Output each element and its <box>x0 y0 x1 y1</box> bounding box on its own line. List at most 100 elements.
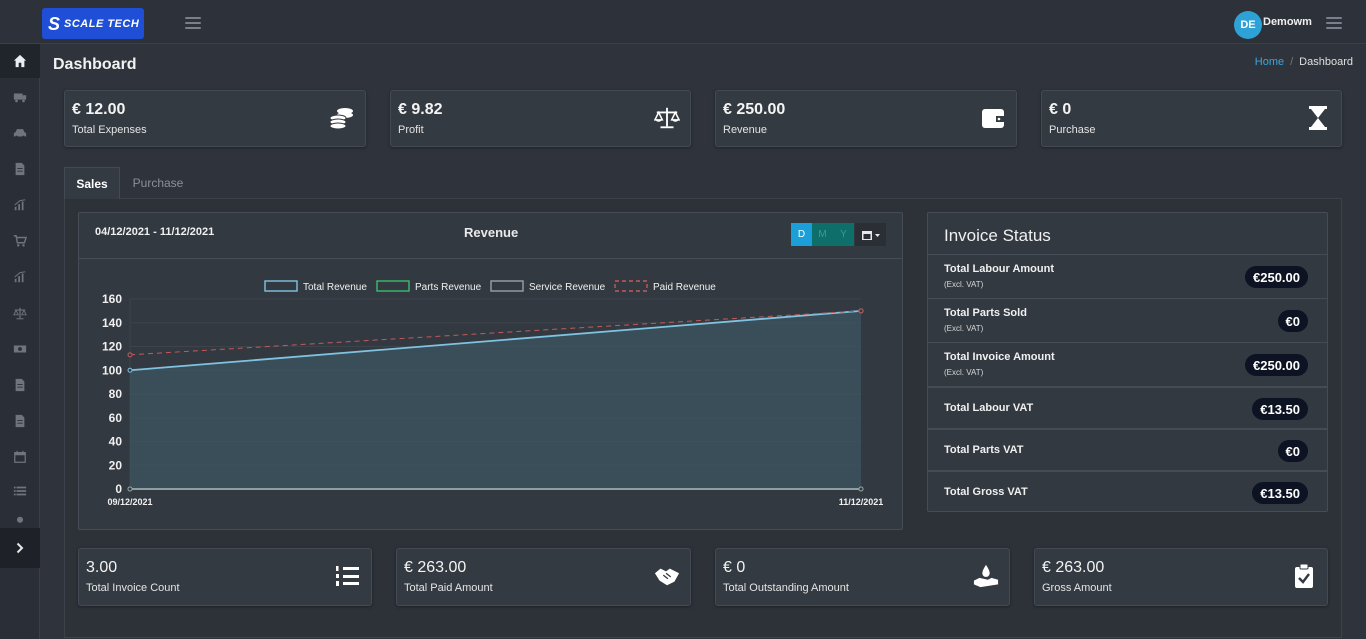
hand-holding-drop-icon <box>973 563 999 589</box>
car-icon <box>13 129 27 139</box>
invoice-row-label: Total Parts Sold <box>944 307 1027 319</box>
series-point <box>858 308 864 314</box>
invoice-row-value-badge: €0 <box>1277 440 1308 462</box>
date-range: 04/12/2021 - 11/12/2021 <box>95 226 215 238</box>
brand-logo[interactable]: S SCALE TECH <box>42 8 144 39</box>
stat-value: € 12.00 <box>72 101 126 118</box>
stat-label: Total Outstanding Amount <box>723 582 849 594</box>
sidebar-item-list[interactable] <box>0 474 40 508</box>
stat-card-total-expenses: € 12.00 Total Expenses <box>64 90 366 147</box>
sidebar-item-money[interactable] <box>0 332 40 366</box>
invoice-status-card: Invoice Status Total Labour Amount (Excl… <box>927 212 1328 512</box>
sidebar-expand-button[interactable] <box>0 528 40 568</box>
sidebar-item-quotes[interactable] <box>0 404 40 438</box>
sidebar-item-calendar[interactable] <box>0 440 40 474</box>
stat-label: Total Expenses <box>72 124 147 136</box>
document-icon <box>15 414 25 428</box>
revenue-line-chart: 0 20 40 60 80 100 120 140 160 09/12/2021 11/12/202… <box>102 280 884 507</box>
x-tick-label: 11/12/2021 <box>839 497 884 507</box>
home-icon <box>13 54 27 68</box>
tab-sales[interactable]: Sales <box>64 167 120 199</box>
stat-card-purchase: € 0 Purchase <box>1041 90 1342 147</box>
invoice-row-labour-amount: Total Labour Amount (Excl. VAT) €250.00 <box>928 254 1327 298</box>
invoice-row-value-badge: €13.50 <box>1252 398 1308 420</box>
sidebar-item-user[interactable] <box>0 508 40 528</box>
user-icon <box>16 516 24 523</box>
invoice-status-title: Invoice Status <box>944 226 1051 245</box>
sidebar-item-analytics[interactable] <box>0 260 40 294</box>
stat-value: € 9.82 <box>398 101 443 118</box>
breadcrumb-home-link[interactable]: Home <box>1255 56 1284 68</box>
sidebar-item-truck[interactable] <box>0 80 40 114</box>
period-toggle: D M Y <box>791 223 854 246</box>
date-picker-button[interactable] <box>855 223 886 246</box>
legend-label: Paid Revenue <box>653 282 716 293</box>
top-bar: S SCALE TECH DE Demowm <box>0 0 1366 44</box>
menu-icon[interactable] <box>1326 17 1342 29</box>
stat-value: 3.00 <box>86 559 118 576</box>
invoice-row-value-badge: €250.00 <box>1245 266 1308 288</box>
stat-label: Gross Amount <box>1042 582 1112 594</box>
invoice-row-parts-vat: Total Parts VAT €0 <box>928 428 1327 470</box>
period-year-button[interactable]: Y <box>833 223 854 246</box>
stat-card-profit: € 9.82 Profit <box>390 90 691 147</box>
sidebar-item-car[interactable] <box>0 116 40 150</box>
y-tick-label: 120 <box>102 340 122 354</box>
invoice-row-value-badge: €0 <box>1277 310 1308 332</box>
stat-card-total-outstanding-amount: € 0 Total Outstanding Amount <box>715 548 1010 606</box>
calendar-icon <box>14 450 26 463</box>
balance-icon <box>13 307 27 320</box>
user-avatar[interactable]: DE <box>1234 11 1262 39</box>
invoice-row-value-badge: €250.00 <box>1245 354 1308 376</box>
document-icon <box>15 162 25 176</box>
tab-purchase[interactable]: Purchase <box>120 167 196 199</box>
sidebar-toggle-icon[interactable] <box>185 17 201 29</box>
stat-card-total-invoice-count: 3.00 Total Invoice Count <box>78 548 372 606</box>
chart-title: Revenue <box>464 225 519 240</box>
sidebar-item-reports[interactable] <box>0 188 40 222</box>
invoice-row-parts-sold: Total Parts Sold (Excl. VAT) €0 <box>928 298 1327 342</box>
list-icon <box>13 486 27 496</box>
stat-label: Purchase <box>1049 124 1096 136</box>
sidebar-item-documents[interactable] <box>0 152 40 186</box>
legend-label: Service Revenue <box>529 282 606 293</box>
breadcrumb-separator: / <box>1290 56 1294 68</box>
invoice-row-label: Total Parts VAT <box>944 444 1024 456</box>
period-day-button[interactable]: D <box>791 223 812 246</box>
sidebar <box>0 44 40 639</box>
series-point <box>127 352 133 358</box>
stat-card-revenue: € 250.00 Revenue <box>715 90 1017 147</box>
stat-value: € 250.00 <box>723 101 786 118</box>
invoice-row-sub: (Excl. VAT) <box>944 324 984 333</box>
period-month-button[interactable]: M <box>812 223 833 246</box>
stat-label: Profit <box>398 124 424 136</box>
invoice-row-label: Total Labour VAT <box>944 402 1034 414</box>
y-tick-label: 100 <box>102 363 122 377</box>
coins-icon <box>329 105 355 131</box>
series-point <box>858 486 864 492</box>
revenue-chart-card: 04/12/2021 - 11/12/2021 Revenue D M Y 0 2… <box>78 212 903 530</box>
user-name[interactable]: Demowm <box>1263 16 1312 28</box>
y-tick-label: 40 <box>109 435 123 449</box>
sidebar-item-home[interactable] <box>0 44 40 78</box>
series-point <box>127 367 133 373</box>
balance-scale-icon <box>654 105 680 131</box>
sidebar-item-invoices[interactable] <box>0 368 40 402</box>
chevron-right-icon <box>16 542 24 554</box>
handshake-icon <box>654 563 680 589</box>
stat-value: € 263.00 <box>404 559 467 576</box>
page-title: Dashboard <box>53 56 137 73</box>
calendar-dropdown-icon <box>861 230 880 240</box>
sidebar-item-balance[interactable] <box>0 296 40 330</box>
legend-swatch <box>376 280 410 292</box>
x-tick-label: 09/12/2021 <box>107 497 152 507</box>
invoice-row-sub: (Excl. VAT) <box>944 280 984 289</box>
stat-value: € 263.00 <box>1042 559 1105 576</box>
sidebar-item-cart[interactable] <box>0 224 40 258</box>
invoice-row-gross-vat: Total Gross VAT €13.50 <box>928 470 1327 512</box>
invoice-row-invoice-amount: Total Invoice Amount (Excl. VAT) €250.00 <box>928 342 1327 386</box>
cart-icon <box>13 235 27 247</box>
invoice-row-value-badge: €13.50 <box>1252 482 1308 504</box>
stat-label: Total Invoice Count <box>86 582 180 594</box>
invoice-row-sub: (Excl. VAT) <box>944 368 984 377</box>
